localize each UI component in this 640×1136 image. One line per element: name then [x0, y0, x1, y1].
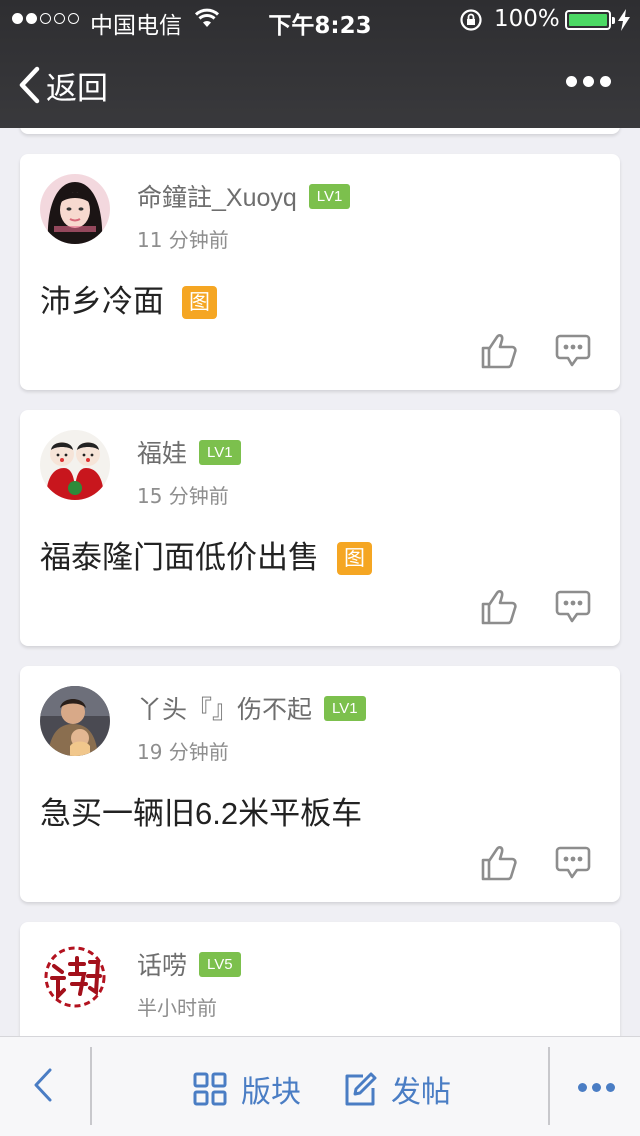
level-badge: LV1	[308, 184, 351, 209]
comment-icon	[555, 590, 591, 623]
avatar[interactable]	[40, 430, 110, 500]
image-badge: 图	[182, 286, 217, 319]
thumbs-up-icon	[481, 846, 517, 881]
username-text: 命鐘註_Xuoyq	[137, 184, 297, 212]
post-author[interactable]: 命鐘註_Xuoyq LV1	[137, 178, 351, 214]
post-title[interactable]: 急买一辆旧6.2米平板车	[40, 788, 362, 833]
post-time: 半小时前	[137, 996, 217, 1020]
compose-label: 发帖	[391, 1075, 451, 1110]
bottom-toolbar: 版块 发帖	[0, 1036, 640, 1136]
more-dots-icon	[566, 76, 577, 87]
more-dots-icon	[578, 1083, 587, 1092]
boards-label: 版块	[241, 1075, 301, 1110]
battery-icon	[565, 10, 615, 30]
status-bar: 中国电信 下午8:23 100%	[0, 0, 640, 40]
post-card[interactable]: 命鐘註_Xuoyq LV1 11 分钟前 沛乡冷面图	[20, 154, 620, 390]
image-badge: 图	[337, 542, 372, 575]
post-author[interactable]: 话唠 LV5	[137, 946, 241, 982]
thumbs-up-icon	[481, 590, 517, 625]
toolbar-more-button[interactable]	[578, 1083, 615, 1092]
battery-percent: 100%	[494, 6, 560, 32]
top-header: 中国电信 下午8:23 100% 返回	[0, 0, 640, 128]
post-title[interactable]: 沛乡冷面图	[40, 276, 217, 321]
edit-icon	[345, 1072, 377, 1106]
comment-icon	[555, 846, 591, 879]
back-button[interactable]: 返回	[18, 62, 108, 108]
toolbar-divider	[548, 1047, 550, 1125]
reply-button[interactable]	[555, 334, 591, 372]
avatar[interactable]	[40, 174, 110, 244]
chevron-left-icon	[19, 66, 40, 104]
post-card[interactable]: 福娃 LV1 15 分钟前 福泰隆门面低价出售图	[20, 410, 620, 646]
post-title[interactable]: 福泰隆门面低价出售图	[40, 532, 372, 577]
post-card[interactable]: 话唠 LV5 半小时前	[20, 922, 620, 1036]
reply-button[interactable]	[555, 846, 591, 884]
avatar[interactable]	[40, 686, 110, 756]
post-time: 19 分钟前	[137, 740, 229, 764]
avatar[interactable]	[40, 942, 110, 1012]
like-button[interactable]	[480, 588, 518, 630]
username-text: 话唠	[137, 952, 188, 980]
charging-bolt-icon	[618, 9, 630, 31]
post-title-text: 急买一辆旧6.2米平板车	[40, 796, 363, 831]
previous-post-card[interactable]	[20, 128, 620, 134]
rotation-lock-icon	[460, 9, 482, 31]
compose-button[interactable]: 发帖	[343, 1067, 451, 1111]
like-button[interactable]	[480, 332, 518, 374]
post-time: 11 分钟前	[137, 228, 229, 252]
chevron-left-icon	[34, 1068, 52, 1102]
post-feed[interactable]: 命鐘註_Xuoyq LV1 11 分钟前 沛乡冷面图 福娃 LV1 15 分钟前…	[0, 128, 640, 1036]
comment-icon	[555, 334, 591, 367]
post-author[interactable]: 丫头『』伤不起 LV1	[137, 690, 366, 726]
more-menu-button[interactable]	[566, 76, 611, 87]
grid-icon	[193, 1072, 227, 1106]
post-time: 15 分钟前	[137, 484, 229, 508]
thumbs-up-icon	[481, 334, 517, 369]
post-card[interactable]: 丫头『』伤不起 LV1 19 分钟前 急买一辆旧6.2米平板车	[20, 666, 620, 902]
like-button[interactable]	[480, 844, 518, 886]
post-author[interactable]: 福娃 LV1	[137, 434, 241, 470]
level-badge: LV1	[199, 440, 241, 465]
post-title-text: 福泰隆门面低价出售	[40, 540, 319, 575]
boards-button[interactable]: 版块	[193, 1067, 301, 1111]
toolbar-back-button[interactable]	[28, 1065, 56, 1109]
reply-button[interactable]	[555, 590, 591, 628]
level-badge: LV1	[324, 696, 366, 721]
back-label: 返回	[46, 70, 108, 107]
post-title-text: 沛乡冷面	[40, 284, 164, 319]
level-badge: LV5	[199, 952, 241, 977]
username-text: 福娃	[137, 440, 188, 468]
toolbar-divider	[90, 1047, 92, 1125]
username-text: 丫头『』伤不起	[137, 696, 313, 724]
